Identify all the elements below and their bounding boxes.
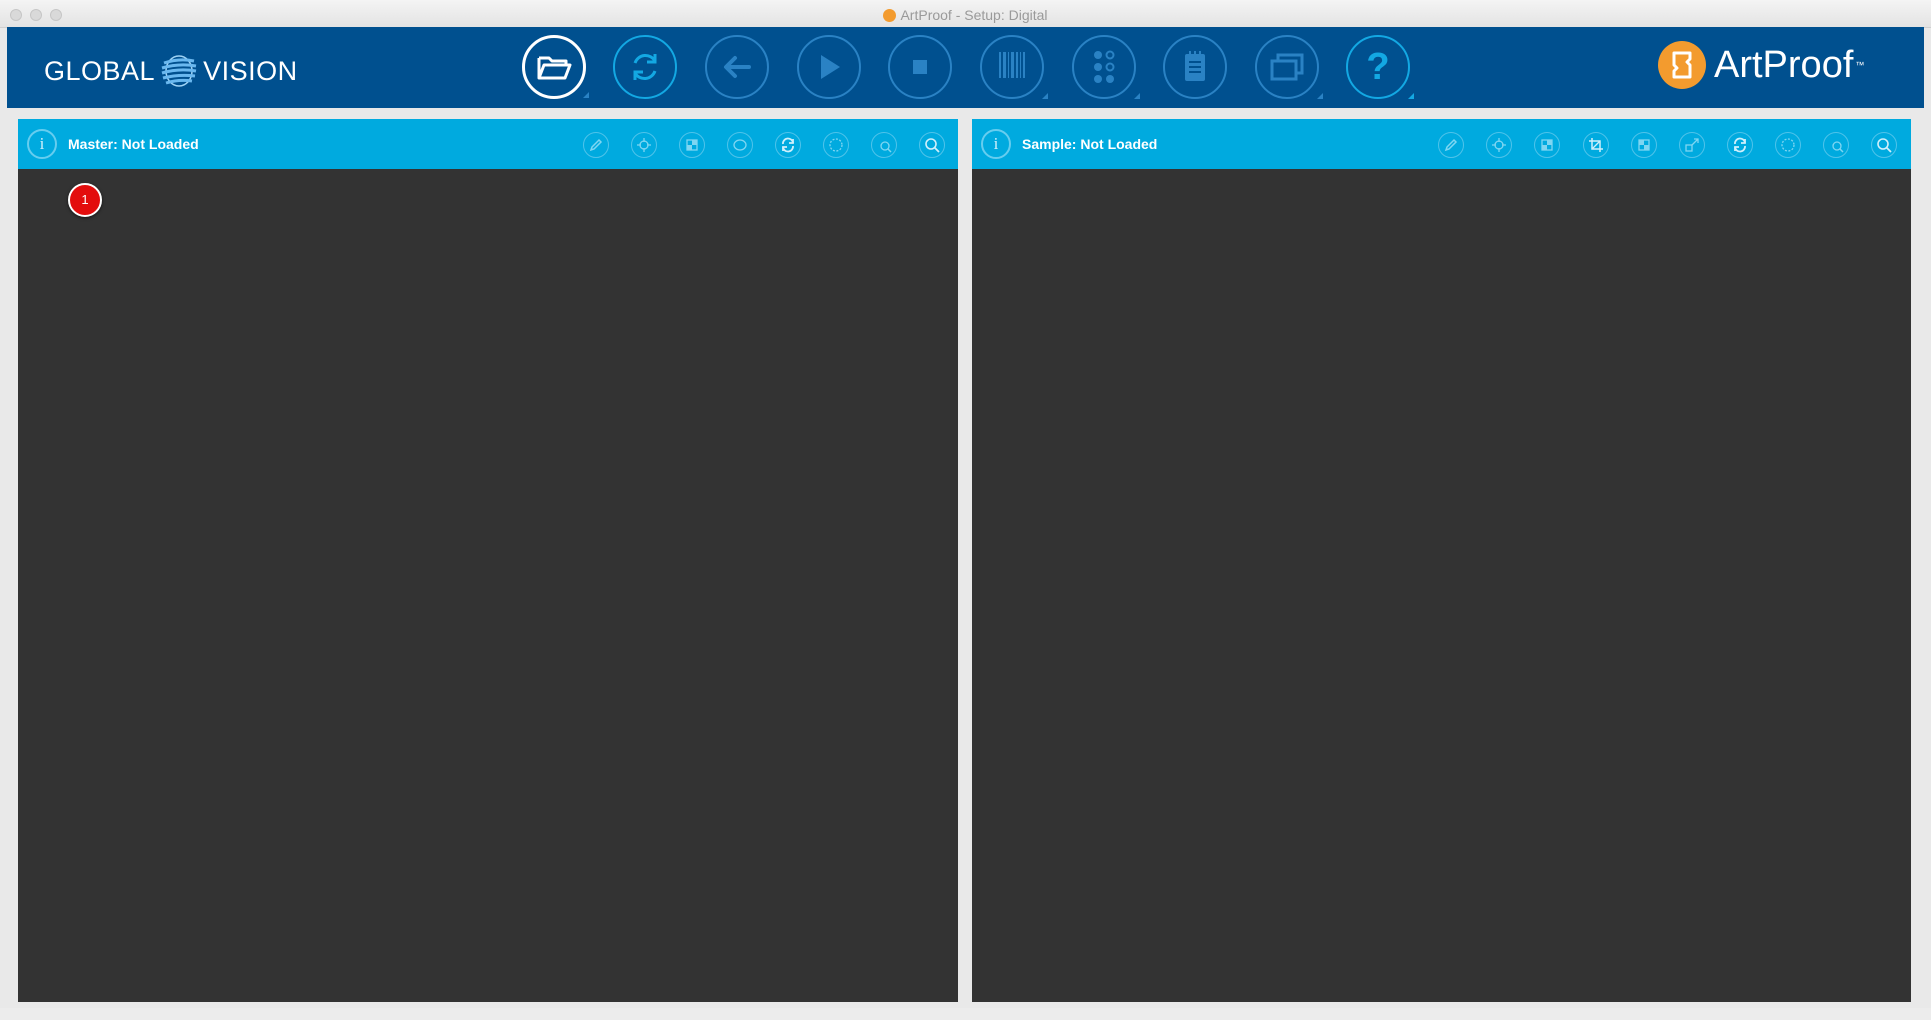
dropdown-corner <box>1134 93 1140 99</box>
master-info-button[interactable]: i <box>27 129 57 159</box>
sample-crosshair-tool[interactable] <box>1486 132 1512 158</box>
master-zoom-area-tool[interactable] <box>871 132 897 158</box>
barcode-button[interactable] <box>980 35 1048 99</box>
sample-compare-tool[interactable] <box>1534 132 1560 158</box>
sample-zoom-tool[interactable] <box>1871 132 1897 158</box>
master-lasso-tool[interactable] <box>823 132 849 158</box>
master-panel-toolbar: i Master: Not Loaded <box>18 119 958 169</box>
refresh-icon <box>633 54 657 80</box>
back-arrow-icon <box>724 56 751 78</box>
sample-lasso-tool[interactable] <box>1775 132 1801 158</box>
crosshair-icon <box>637 138 651 152</box>
compare-icon <box>686 139 698 151</box>
master-panel[interactable]: i Master: Not Loaded <box>18 119 958 1002</box>
barcode-icon <box>999 52 1025 78</box>
folder-open-icon <box>537 56 572 80</box>
grid-icon <box>1638 139 1650 151</box>
lasso-icon <box>829 138 843 152</box>
trademark: ™ <box>1855 60 1865 70</box>
crop-icon <box>1589 138 1603 152</box>
stop-icon <box>913 60 927 74</box>
master-title: Master: Not Loaded <box>68 136 199 152</box>
open-files-button[interactable] <box>522 35 589 99</box>
sample-title: Sample: Not Loaded <box>1022 136 1158 152</box>
app-icon <box>883 9 897 22</box>
master-rotate-tool[interactable] <box>775 132 801 158</box>
master-compare-tool[interactable] <box>679 132 705 158</box>
pencil-icon <box>1444 138 1458 152</box>
sample-pencil-tool[interactable] <box>1438 132 1464 158</box>
sample-crop-tool[interactable] <box>1583 132 1609 158</box>
artproof-wordmark: ArtProof <box>1714 43 1854 86</box>
stop-button[interactable] <box>888 35 952 99</box>
rotate-icon <box>1734 137 1746 153</box>
window-bottom-edge <box>0 1008 1931 1020</box>
windows-button[interactable] <box>1255 35 1323 99</box>
report-button[interactable] <box>1163 35 1227 99</box>
sample-zoom-area-tool[interactable] <box>1823 132 1849 158</box>
artproof-logo: ArtProof ™ <box>1658 41 1864 89</box>
zoom-area-icon <box>1832 141 1844 153</box>
back-button[interactable] <box>705 35 769 99</box>
artproof-mark-icon <box>1658 41 1706 89</box>
zoom-area-icon <box>880 141 892 153</box>
sample-info-button[interactable]: i <box>981 129 1011 159</box>
pencil-icon <box>589 138 603 152</box>
refresh-button[interactable] <box>613 35 677 99</box>
master-crosshair-tool[interactable] <box>631 132 657 158</box>
zoom-icon <box>925 138 940 153</box>
dropdown-corner <box>1317 93 1323 99</box>
main-header: GLOBAL VISION ? ArtProof ™ <box>7 27 1924 108</box>
dropdown-corner <box>1408 93 1414 99</box>
sample-resize-tool[interactable] <box>1679 132 1705 158</box>
dropdown-corner <box>583 92 589 98</box>
step-badge: 1 <box>68 183 102 217</box>
play-button[interactable] <box>797 35 861 99</box>
play-icon <box>821 55 840 79</box>
notepad-icon <box>1185 51 1205 81</box>
window-title: ArtProof - Setup: Digital <box>0 7 1931 23</box>
crosshair-icon <box>1492 138 1506 152</box>
help-icon: ? <box>1366 46 1390 88</box>
windows-icon <box>1270 53 1304 81</box>
title-bar: ArtProof - Setup: Digital <box>0 0 1931 28</box>
globe-icon <box>161 55 197 87</box>
sample-rotate-tool[interactable] <box>1727 132 1753 158</box>
window-title-text: ArtProof - Setup: Digital <box>900 7 1048 23</box>
sample-panel-toolbar: i Sample: Not Loaded <box>972 119 1911 169</box>
help-button[interactable]: ? <box>1346 35 1414 99</box>
compare-icon <box>1541 139 1553 151</box>
zoom-icon <box>1877 138 1892 153</box>
app-window: ArtProof - Setup: Digital GLOBAL VISION <box>0 0 1931 1020</box>
logo-text-vision: VISION <box>203 55 298 86</box>
braille-button[interactable] <box>1072 35 1140 99</box>
master-selection-tool[interactable] <box>727 132 753 158</box>
sample-grid-tool[interactable] <box>1631 132 1657 158</box>
master-pencil-tool[interactable] <box>583 132 609 158</box>
braille-icon <box>1094 50 1115 83</box>
resize-icon <box>1685 138 1699 152</box>
logo-text-global: GLOBAL <box>44 55 156 86</box>
rotate-icon <box>782 137 794 153</box>
master-zoom-tool[interactable] <box>919 132 945 158</box>
lasso-icon <box>1781 138 1795 152</box>
dropdown-corner <box>1042 93 1048 99</box>
global-vision-logo: GLOBAL VISION <box>44 53 298 89</box>
selection-icon <box>733 139 747 151</box>
sample-panel[interactable]: i Sample: Not Loaded <box>972 119 1911 1002</box>
